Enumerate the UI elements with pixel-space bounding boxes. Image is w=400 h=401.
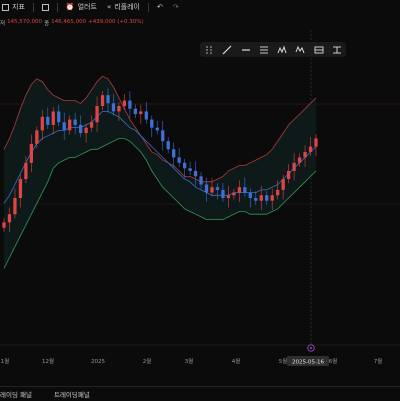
price-chart[interactable]: 1월 12월 2025 2월 3월 4월 5월 6월 7월 2025-05-16 xyxy=(0,0,400,400)
candle-body xyxy=(29,143,34,163)
wave-tool-icon[interactable] xyxy=(294,45,306,55)
candle-body xyxy=(276,189,280,196)
x-tick-label: 2025 xyxy=(91,359,105,365)
candle-body xyxy=(62,122,66,131)
x-tick-label: 7월 xyxy=(374,357,383,365)
candle-body xyxy=(150,119,154,128)
candle-body xyxy=(68,119,72,131)
candle-body xyxy=(254,198,258,201)
bottom-tab-trading-panel-2[interactable]: 트레이딩패널 xyxy=(54,389,90,399)
candle-body xyxy=(100,95,105,106)
candle-body xyxy=(89,122,94,128)
candle-body xyxy=(314,138,318,147)
candle-body xyxy=(139,111,143,115)
horizontal-line-tool-icon[interactable] xyxy=(240,45,252,55)
candle-body xyxy=(18,179,23,198)
crosshair-marker-dot xyxy=(310,347,312,349)
candle-body xyxy=(248,192,252,198)
drawing-toolbar xyxy=(200,42,346,57)
candle-body xyxy=(265,195,269,201)
candle-body xyxy=(172,149,176,158)
candle-body xyxy=(111,103,116,112)
candle-body xyxy=(95,106,99,123)
x-tick-label: 2월 xyxy=(143,357,152,365)
candle-body xyxy=(133,108,138,115)
candle-body xyxy=(232,192,236,196)
candle-body xyxy=(292,162,296,171)
candle-body xyxy=(24,162,28,180)
candle-body xyxy=(128,100,132,109)
candle-body xyxy=(204,184,209,193)
candle-body xyxy=(155,127,159,131)
candle-body xyxy=(57,111,61,123)
candle-body xyxy=(259,195,263,201)
x-tick-label: 6월 xyxy=(329,357,338,365)
candle-body xyxy=(35,130,39,144)
x-tick-label: 3월 xyxy=(185,357,194,365)
candle-body xyxy=(221,189,225,198)
measure-tool-icon[interactable] xyxy=(331,45,343,55)
candle-body xyxy=(303,152,307,158)
bottom-panel-tabs: 레이딩 패널 트레이딩패널 xyxy=(0,386,400,401)
candle-body xyxy=(182,162,187,169)
candle-body xyxy=(210,187,214,193)
candle-body xyxy=(144,111,148,120)
trendline-tool-icon[interactable] xyxy=(221,45,233,55)
candle-body xyxy=(117,106,121,112)
candle-body xyxy=(237,187,242,193)
candle-body xyxy=(199,176,203,185)
candle-body xyxy=(2,222,6,228)
x-tick-label: 1월 xyxy=(1,357,10,365)
bollinger-band-fill xyxy=(4,76,316,269)
pattern-tool-icon[interactable] xyxy=(276,45,288,55)
candle-body xyxy=(73,119,77,125)
candle-body xyxy=(161,130,165,142)
candle-body xyxy=(51,111,55,125)
candle-body xyxy=(106,95,110,104)
candle-body xyxy=(78,124,83,134)
drag-handle-icon[interactable] xyxy=(203,45,215,55)
candle-body xyxy=(188,168,192,171)
crosshair-date-label: 2025-05-16 xyxy=(292,360,324,366)
candle-body xyxy=(177,157,181,163)
candle-body xyxy=(46,116,50,125)
candle-body xyxy=(122,100,127,106)
projection-tool-icon[interactable] xyxy=(313,45,325,55)
fib-levels-tool-icon[interactable] xyxy=(258,45,270,55)
candle-body xyxy=(243,187,247,193)
bottom-tab-trading-panel[interactable]: 레이딩 패널 xyxy=(0,389,32,399)
candle-body xyxy=(215,187,220,190)
x-tick-label: 5월 xyxy=(279,357,288,365)
candle-body xyxy=(84,127,88,134)
candle-body xyxy=(7,214,12,223)
candle-body xyxy=(40,116,44,131)
candle-body xyxy=(297,157,302,163)
candle-body xyxy=(281,179,285,190)
candle-body xyxy=(193,170,198,177)
x-tick-label: 12월 xyxy=(42,357,54,365)
x-tick-label: 4월 xyxy=(232,357,241,365)
candle-body xyxy=(270,195,274,201)
candle-body xyxy=(166,141,170,150)
candle-body xyxy=(286,170,291,180)
candle-body xyxy=(308,146,313,152)
candle-body xyxy=(226,195,231,198)
candle-body xyxy=(13,198,17,215)
